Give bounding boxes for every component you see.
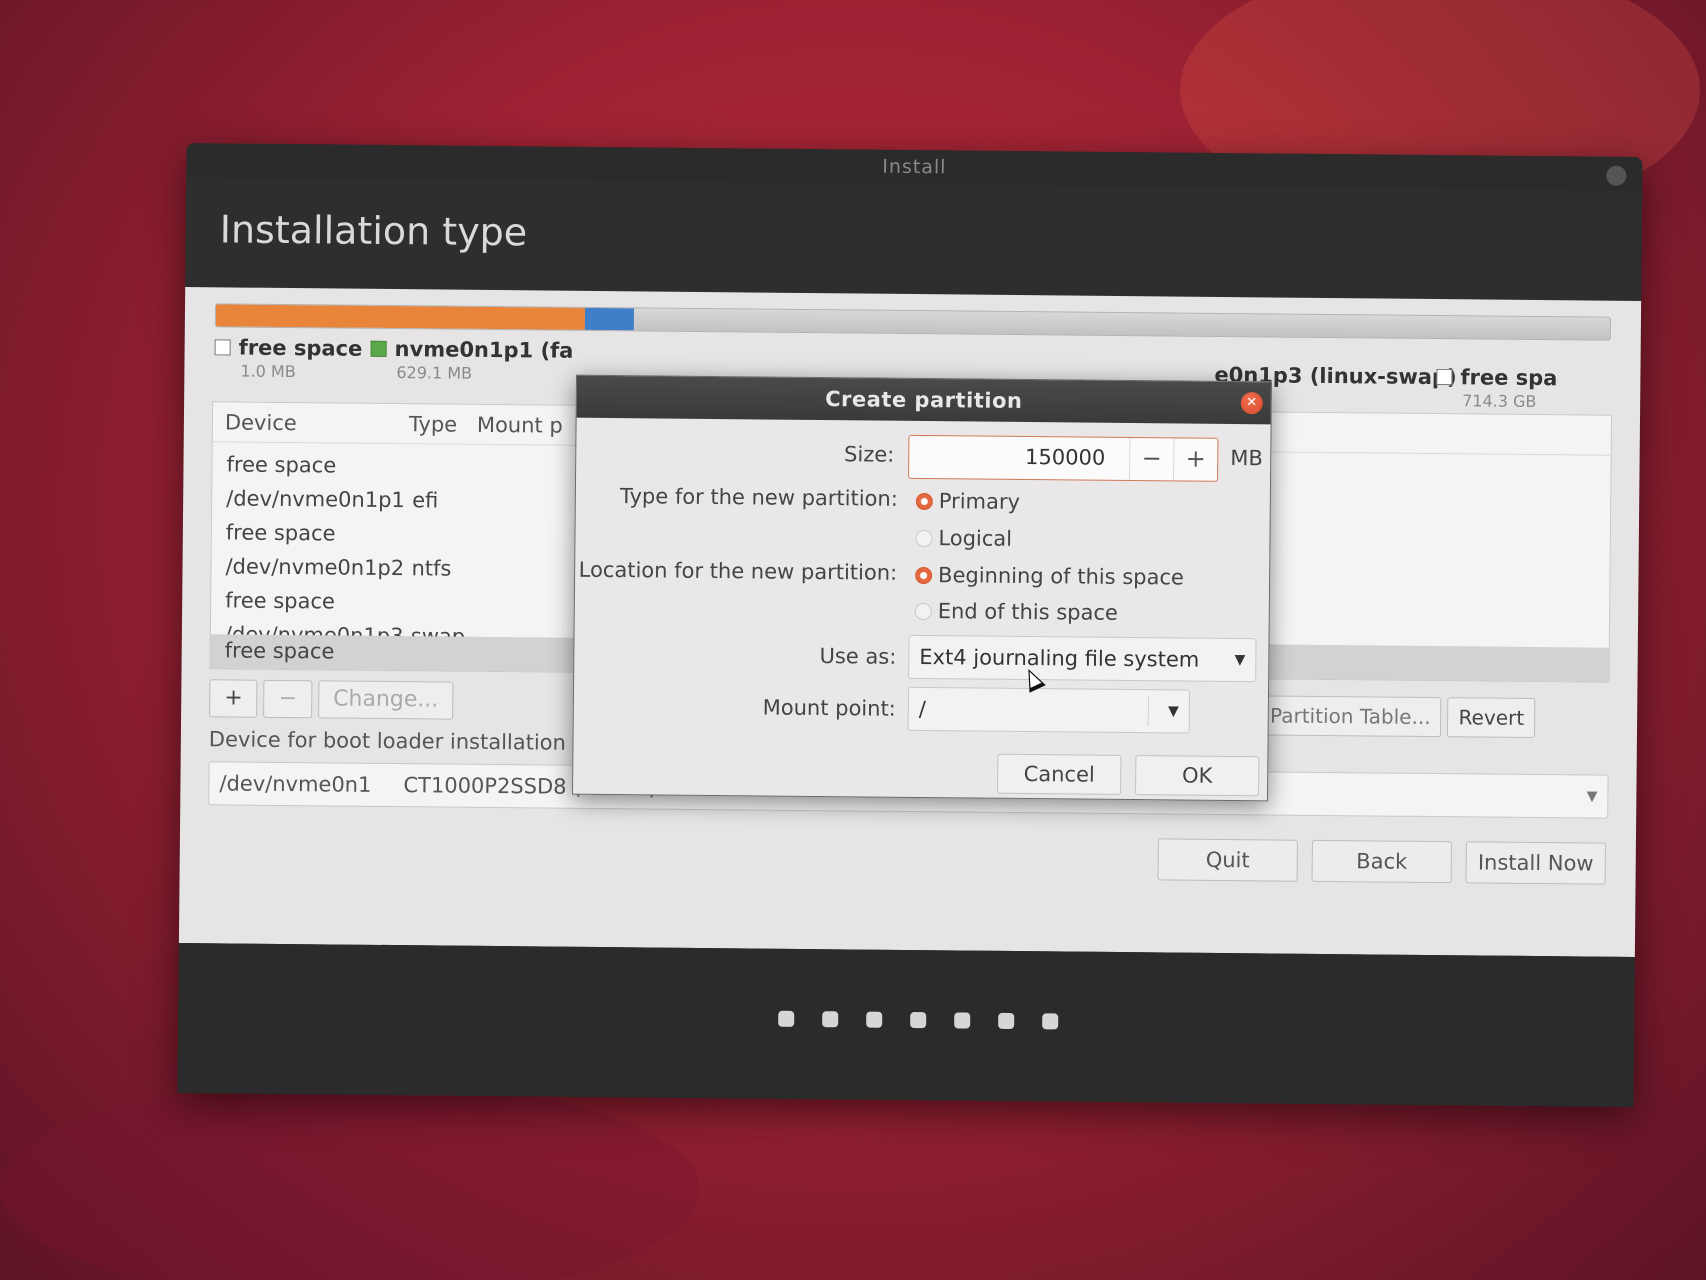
boot-loader-label: Device for boot loader installation <box>208 727 567 755</box>
legend-item: nvme0n1p1 (fa 629.1 MB <box>370 337 574 384</box>
row-device: free space <box>225 588 336 614</box>
cancel-button[interactable]: Cancel <box>997 753 1122 795</box>
size-stepper[interactable]: 150000 − + <box>908 434 1219 482</box>
close-icon[interactable]: ✕ <box>1240 392 1263 415</box>
column-header-device[interactable]: Device <box>225 410 297 435</box>
progress-dot <box>822 1011 839 1028</box>
radio-logical[interactable]: Logical <box>915 526 1012 551</box>
radio-label: End of this space <box>937 599 1118 625</box>
row-type: efi <box>412 488 439 513</box>
remove-partition-button[interactable]: − <box>263 679 313 719</box>
chevron-down-icon: ▼ <box>1234 652 1246 669</box>
radio-label: Primary <box>938 489 1021 514</box>
radio-icon <box>914 602 932 621</box>
use-as-value: Ext4 journaling file system <box>919 644 1200 672</box>
legend-name: nvme0n1p1 (fa <box>394 337 574 363</box>
page-title: Installation type <box>219 207 528 255</box>
revert-button[interactable]: Revert <box>1447 697 1536 739</box>
row-device: /dev/nvme0n1p2 <box>225 554 405 581</box>
row-device: free space <box>224 638 335 664</box>
partition-segment-swap <box>585 307 635 331</box>
table-toolbar: + − Change... <box>209 679 459 720</box>
radio-end[interactable]: End of this space <box>914 599 1118 625</box>
legend-swatch <box>214 339 231 356</box>
row-device: free space <box>225 520 336 546</box>
legend-swatch <box>1436 369 1453 386</box>
column-header-type[interactable]: Type <box>409 412 457 436</box>
legend-item: free space 1.0 MB <box>214 335 362 381</box>
mount-point-combo[interactable]: / ▼ <box>907 686 1191 734</box>
footer <box>177 942 1635 1107</box>
row-device: /dev/nvme0n1p1 <box>226 486 405 513</box>
header: Installation type <box>185 177 1643 302</box>
progress-dot <box>866 1011 883 1028</box>
location-label: Location for the new partition: <box>578 557 898 585</box>
progress-dot <box>998 1012 1015 1030</box>
progress-dot <box>954 1012 971 1029</box>
back-button[interactable]: Back <box>1311 839 1452 884</box>
use-as-select[interactable]: Ext4 journaling file system ▼ <box>908 634 1257 683</box>
progress-dot <box>910 1012 927 1029</box>
legend-size: 1.0 MB <box>240 361 296 382</box>
install-now-button[interactable]: Install Now <box>1465 841 1606 885</box>
ok-button[interactable]: OK <box>1135 755 1260 797</box>
chevron-down-icon[interactable]: ▼ <box>1168 690 1179 732</box>
use-as-label: Use as: <box>819 644 897 669</box>
legend-size: 629.1 MB <box>396 363 473 383</box>
progress-dot <box>1042 1013 1059 1030</box>
navigation-buttons: Quit Back Install Now <box>1157 838 1606 885</box>
size-label: Size: <box>843 442 895 467</box>
type-label: Type for the new partition: <box>619 484 898 511</box>
legend-name: free space <box>238 335 363 361</box>
background-glow <box>0 1080 700 1280</box>
combo-divider <box>1147 696 1149 727</box>
mount-point-value[interactable]: / <box>919 697 926 721</box>
radio-primary[interactable]: Primary <box>915 489 1021 514</box>
chevron-down-icon: ▼ <box>1586 788 1598 805</box>
radio-icon <box>915 492 933 511</box>
legend-size: GB <box>1240 389 1456 410</box>
dialog-title: Create partition <box>576 375 1271 425</box>
legend-name: free spa <box>1460 365 1558 391</box>
quit-button[interactable]: Quit <box>1157 838 1298 882</box>
radio-beginning[interactable]: Beginning of this space <box>915 563 1184 590</box>
row-device: free space <box>226 452 337 478</box>
minus-icon[interactable]: − <box>1129 437 1174 481</box>
mount-point-label: Mount point: <box>762 695 896 721</box>
legend-size: 714.3 GB <box>1462 391 1537 412</box>
boot-loader-device: /dev/nvme0n1 <box>219 771 372 797</box>
row-type: ntfs <box>411 556 452 581</box>
legend-item: free spa 714.3 GB <box>1436 365 1558 412</box>
radio-label: Beginning of this space <box>938 563 1185 590</box>
partition-segment-ntfs <box>215 304 586 330</box>
partition-bar <box>214 303 1611 341</box>
legend-swatch <box>370 340 387 357</box>
create-partition-dialog: Create partition ✕ Size: 150000 − + MB T… <box>572 374 1272 802</box>
change-partition-button[interactable]: Change... <box>317 680 454 720</box>
window-close-icon[interactable] <box>1606 165 1627 186</box>
radio-icon <box>915 529 933 548</box>
radio-icon <box>915 566 933 585</box>
size-unit: MB <box>1230 445 1263 471</box>
radio-label: Logical <box>938 526 1013 551</box>
add-partition-button[interactable]: + <box>209 679 258 718</box>
progress-dots <box>778 1010 1059 1030</box>
plus-icon[interactable]: + <box>1173 438 1218 481</box>
size-input[interactable]: 150000 <box>909 444 1105 470</box>
progress-dot <box>778 1010 795 1027</box>
column-header-mount[interactable]: Mount p <box>477 413 563 438</box>
